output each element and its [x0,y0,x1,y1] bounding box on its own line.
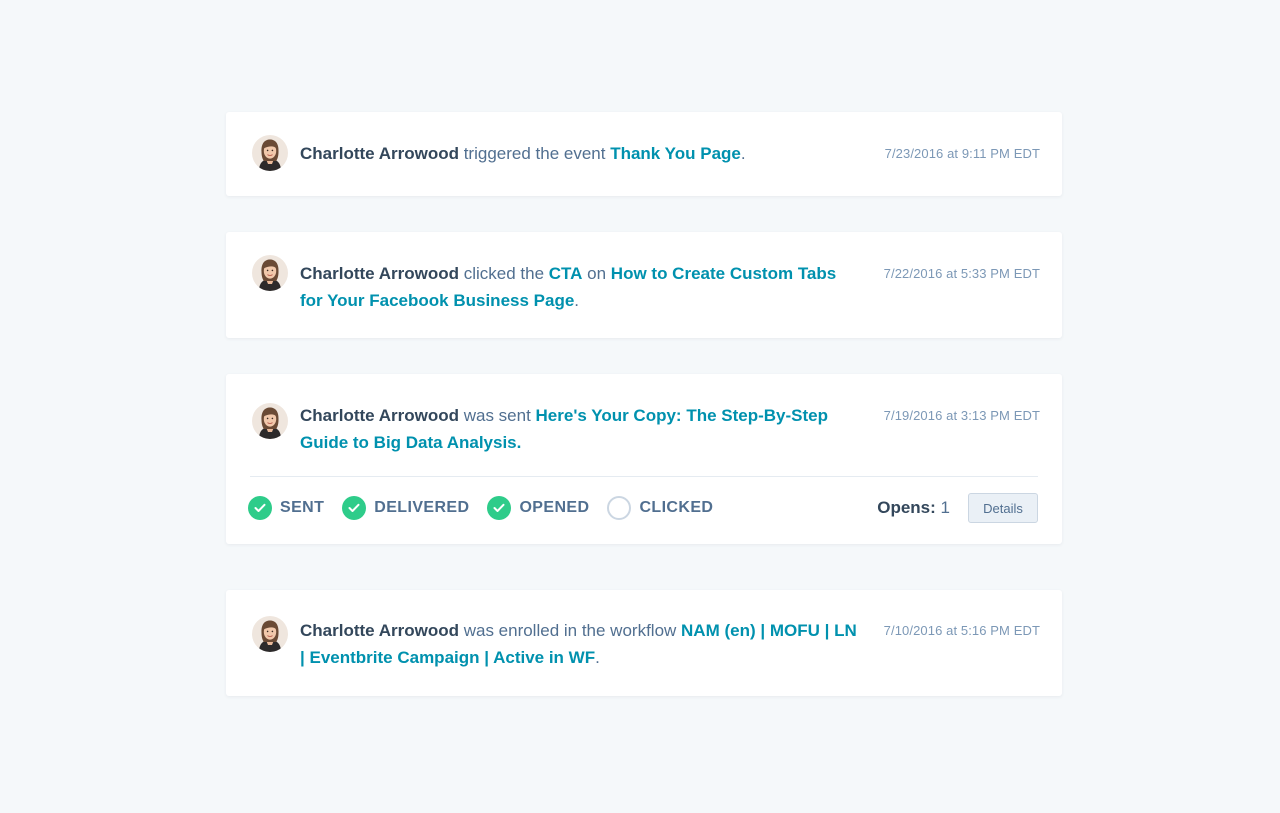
status-delivered: DELIVERED [342,496,469,520]
opens-value: 1 [940,498,950,517]
status-opened: OPENED [487,496,589,520]
event-text: on [582,264,611,283]
event-description: Charlotte Arrowood clicked the CTA on Ho… [300,260,860,314]
contact-avatar[interactable] [252,135,288,171]
status-label: CLICKED [639,499,714,516]
email-status-row: SENT DELIVERED OPENED CLICKED Opens: 1 D… [248,493,1038,523]
opens-label: Opens: [877,498,936,517]
timeline-workflow-card: Charlotte Arrowood was enrolled in the w… [226,590,1062,696]
contact-name[interactable]: Charlotte Arrowood [300,621,459,640]
event-text: was sent [458,406,536,425]
event-text: was enrolled in the workflow [458,621,682,640]
card-divider [250,476,1038,477]
status-label: DELIVERED [374,499,470,516]
check-circle-icon [248,496,272,520]
timeline-email-card: Charlotte Arrowood was sent Here's Your … [226,374,1062,544]
status-label: OPENED [519,499,590,516]
event-link[interactable]: Thank You Page [610,144,741,163]
contact-avatar[interactable] [252,255,288,291]
event-timestamp: 7/23/2016 at 9:11 PM EDT [884,146,1040,161]
event-timestamp: 7/22/2016 at 5:33 PM EDT [883,266,1040,281]
status-label: SENT [280,499,325,516]
opens-count: Opens: 1 [877,498,950,518]
event-description: Charlotte Arrowood was sent Here's Your … [300,402,860,456]
event-text: . [574,291,580,310]
contact-name[interactable]: Charlotte Arrowood [300,144,459,163]
status-sent: SENT [248,496,324,520]
timeline-cta-card: Charlotte Arrowood clicked the CTA on Ho… [226,232,1062,338]
event-description: Charlotte Arrowood was enrolled in the w… [300,617,860,671]
event-description: Charlotte Arrowood triggered the event T… [300,140,860,167]
contact-name[interactable]: Charlotte Arrowood [300,264,459,283]
check-circle-icon [342,496,367,520]
check-circle-icon [487,496,512,520]
event-text: clicked the [458,264,549,283]
timeline-event-card: Charlotte Arrowood triggered the event T… [226,112,1062,196]
contact-avatar[interactable] [252,616,288,652]
event-text: triggered the event [458,144,611,163]
empty-circle-icon [607,496,632,520]
event-text: . [595,648,600,667]
details-button[interactable]: Details [968,493,1038,523]
contact-name[interactable]: Charlotte Arrowood [300,406,459,425]
contact-avatar[interactable] [252,403,288,439]
status-clicked: CLICKED [607,496,713,520]
event-timestamp: 7/19/2016 at 3:13 PM EDT [883,408,1040,423]
cta-link[interactable]: CTA [549,264,583,283]
event-timestamp: 7/10/2016 at 5:16 PM EDT [883,623,1040,638]
event-text: . [740,144,746,163]
